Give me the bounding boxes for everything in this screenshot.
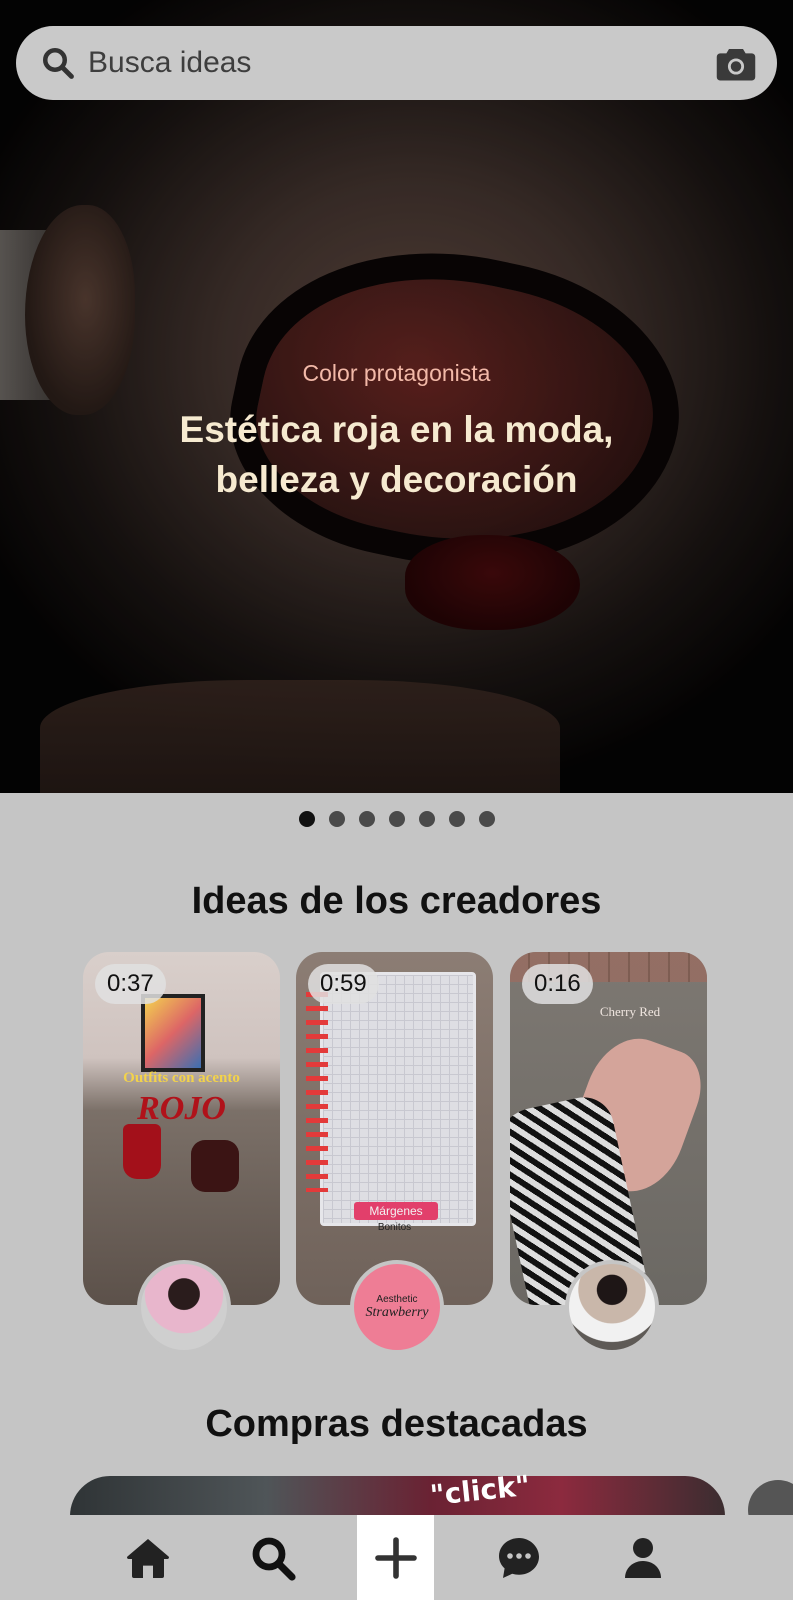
card-overlay-text: Cherry Red [599,1004,661,1019]
carousel-dot[interactable] [298,811,315,827]
carousel-indicator [0,811,793,827]
nav-home[interactable] [113,1515,183,1600]
creator-video-card[interactable]: Outfits con acento ROJO 0:37 [83,952,280,1305]
plus-icon [374,1536,417,1579]
creators-section-title: Ideas de los creadores [191,880,602,922]
planner-page-image [320,972,476,1226]
profile-icon [625,1537,661,1578]
search-bar[interactable] [16,26,777,100]
search-icon [43,48,74,79]
creator-video-card[interactable]: Cherry Red 0:16 [510,952,707,1305]
hero-banner[interactable]: Color protagonista Estética roja en la m… [0,0,793,793]
shoe-image [191,1140,239,1192]
creator-video-card[interactable]: Márgenes Bonitos 0:59 [296,952,493,1305]
home-icon [127,1538,169,1578]
carousel-dot[interactable] [358,811,375,827]
hero-subtitle: Color protagonista [302,360,491,386]
search-icon [252,1537,296,1581]
planner-rings-image [306,992,328,1192]
hero-overlay [0,0,793,793]
card-overlay-text: ROJO [137,1090,226,1127]
sock-image [123,1124,161,1179]
creator-avatar[interactable] [565,1260,659,1354]
carousel-dot[interactable] [478,811,495,827]
video-duration-badge: 0:59 [308,964,379,1004]
poster-frame-image [141,994,205,1072]
carousel-dot[interactable] [418,811,435,827]
bottom-navigation [0,1515,793,1600]
card-overlay-text: Bonitos [377,1222,412,1233]
card-overlay-text: Márgenes [354,1202,438,1220]
video-duration-badge: 0:16 [522,964,593,1004]
carousel-dot[interactable] [448,811,465,827]
search-input[interactable] [86,45,650,81]
avatar-text: Aesthetic [376,1293,418,1305]
creator-avatar[interactable]: Aesthetic Strawberry [350,1260,444,1354]
shopping-section-title: Compras destacadas [205,1403,588,1445]
nav-create[interactable] [357,1515,434,1600]
nav-profile[interactable] [608,1515,678,1600]
hero-title: Estética roja en la moda, belleza y deco… [0,405,793,505]
carousel-dot[interactable] [388,811,405,827]
nav-search[interactable] [238,1515,308,1600]
carousel-dot[interactable] [328,811,345,827]
camera-icon[interactable] [715,43,757,83]
hero-title-line2: belleza y decoración [215,459,578,500]
creator-avatar[interactable] [137,1260,231,1354]
hero-title-line1: Estética roja en la moda, [179,409,614,450]
chat-icon [499,1537,539,1578]
avatar-text: Strawberry [365,1304,429,1320]
nav-messages[interactable] [484,1515,554,1600]
video-duration-badge: 0:37 [95,964,166,1004]
card-overlay-text: Outfits con acento [123,1070,240,1086]
